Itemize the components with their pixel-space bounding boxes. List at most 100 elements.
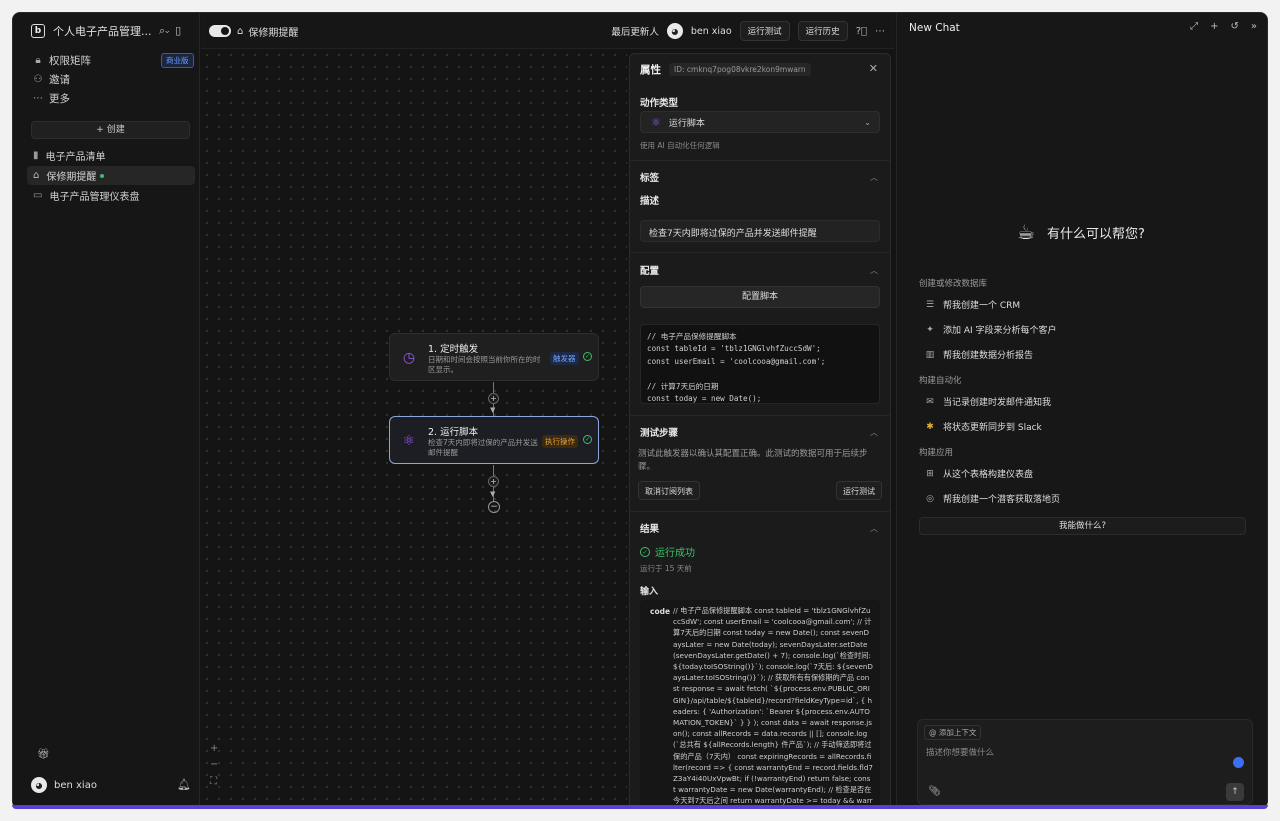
input-data-block[interactable]: code // 电子产品保修提醒脚本 const tableId = 'tblz…	[640, 600, 880, 808]
input-value: // 电子产品保修提醒脚本 const tableId = 'tblz1GNGl…	[673, 606, 873, 808]
test-section-label: 测试步骤	[640, 428, 679, 439]
suggestion-item[interactable]: ▥ 帮我创建数据分析报告	[925, 348, 1033, 362]
chat-composer[interactable]: @ 添加上下文 描述你想要做什么 📎︎ ↑	[917, 719, 1253, 805]
flow-node-trigger[interactable]: ◷ 1. 定时触发 日期和时间会按照当前你所在的时区显示。 触发器 ✓	[389, 333, 599, 381]
suggestion-item[interactable]: ☰ 帮我创建一个 CRM	[925, 298, 1020, 312]
sidebar: b 个人电子产品管理... ⌄ ⌕ ▯ 🔒︎ 权限矩阵 商业版 ⚇ 邀请 ⋯ 更…	[13, 13, 200, 808]
clock-icon: ◷	[402, 350, 416, 366]
chevron-up-icon[interactable]: ︿	[870, 265, 878, 276]
config-section-label: 配置	[640, 266, 660, 277]
test-description: 测试此触发器以确认其配置正确。此测试的数据可用于后续步骤。	[638, 449, 868, 472]
action-type-select[interactable]: ⚛ 运行脚本 ⌄	[640, 111, 880, 133]
add-step-button[interactable]: +	[488, 476, 499, 487]
node-title: 2. 运行脚本	[428, 427, 479, 438]
group-label: 构建自动化	[919, 376, 962, 386]
result-time: 运行于 15 天前	[640, 564, 692, 573]
sidebar-toggle-icon[interactable]: ▯	[175, 24, 181, 38]
mail-icon: ✉	[926, 396, 934, 407]
action-tag: 执行操作	[542, 435, 578, 448]
sidebar-item-warranty-reminder[interactable]: ⌂ 保修期提醒	[27, 166, 195, 185]
workspace-switcher[interactable]: b 个人电子产品管理... ⌄	[31, 23, 171, 39]
last-updated-label: 最后更新人	[611, 27, 659, 38]
bar-chart-icon: ▥	[925, 349, 935, 360]
coffee-cup-icon: ☕︎	[1017, 220, 1035, 244]
user-profile[interactable]: ◕ ben xiao	[31, 777, 97, 793]
suggestion-item[interactable]: ◎ 帮我创建一个潜客获取落地页	[925, 492, 1060, 506]
configure-script-button[interactable]: 配置脚本	[640, 286, 880, 308]
more-icon: ⋯	[33, 93, 43, 104]
group-label: 创建或修改数据库	[919, 279, 988, 289]
input-label: 输入	[640, 587, 659, 597]
action-hint: 使用 AI 自动化任何逻辑	[640, 141, 720, 150]
arrow-down-icon: ▼	[490, 406, 496, 414]
database-icon: ☰	[925, 299, 935, 310]
atom-icon: ⚛	[651, 115, 661, 129]
zoom-out-button[interactable]: −	[210, 759, 218, 770]
description-label: 描述	[640, 196, 660, 207]
code-preview[interactable]: // 电子产品保修提醒脚本 const tableId = 'tblz1GNGl…	[640, 324, 880, 404]
run-test-button[interactable]: 运行测试	[739, 21, 790, 41]
collapse-icon[interactable]: »	[1251, 21, 1257, 32]
window-bottom-accent	[12, 805, 1268, 809]
check-icon: ✓	[583, 435, 592, 444]
chevron-up-icon[interactable]: ︿	[870, 523, 878, 534]
user-name: ben xiao	[54, 779, 97, 791]
help-icon[interactable]: ?⃝	[856, 26, 867, 37]
sparkle-icon: ✦	[926, 324, 934, 335]
gift-icon[interactable]: 🎁︎	[37, 749, 50, 760]
user-plus-icon: ⚇	[33, 74, 43, 85]
automation-title: ⌂ 保修期提醒	[237, 26, 299, 39]
suggestion-item[interactable]: ✦ 添加 AI 字段来分析每个客户	[925, 323, 1056, 337]
send-button[interactable]: ↑	[1226, 783, 1244, 801]
sidebar-item-invite[interactable]: ⚇ 邀请	[33, 72, 70, 87]
node-description: 日期和时间会按照当前你所在的时区显示。	[428, 355, 541, 374]
end-flow-icon[interactable]: −	[488, 501, 500, 513]
node-title: 1. 定时触发	[428, 344, 479, 355]
trigger-tag: 触发器	[550, 352, 579, 365]
zoom-in-button[interactable]: +	[210, 743, 218, 754]
automation-enable-toggle[interactable]	[209, 25, 231, 37]
add-context-button[interactable]: @ 添加上下文	[924, 725, 982, 740]
atom-icon: ⚛	[402, 433, 416, 449]
suggestion-item[interactable]: ⊞ 从这个表格构建仪表盘	[925, 467, 1033, 481]
chat-input[interactable]: 描述你想要做什么	[926, 746, 994, 758]
create-button[interactable]: + 创建	[31, 121, 190, 139]
dashboard-icon: ▭	[33, 190, 43, 201]
chat-title: New Chat	[909, 22, 960, 34]
sidebar-item-more[interactable]: ⋯ 更多	[33, 91, 70, 106]
arrow-down-icon: ▼	[490, 490, 496, 498]
sidebar-item-permissions[interactable]: 🔒︎ 权限矩阵	[33, 53, 91, 68]
flow-node-run-script[interactable]: ⚛ 2. 运行脚本 检查7天内即将过保的产品并发送邮件提醒 执行操作 ✓	[389, 416, 599, 464]
cancel-subscribe-button[interactable]: 取消订阅列表	[638, 481, 700, 500]
ai-model-icon[interactable]	[1233, 757, 1244, 768]
search-icon[interactable]: ⌕	[159, 24, 165, 38]
node-id[interactable]: ID: cmknq7pog08vkre2kon9mwarn	[669, 63, 811, 76]
suggestion-item[interactable]: ✉ 当记录创建时发邮件通知我	[925, 395, 1051, 409]
action-type-label: 动作类型	[640, 98, 679, 109]
suggestion-item[interactable]: ✱ 将状态更新同步到 Slack	[925, 420, 1042, 434]
attach-icon[interactable]: 📎︎	[928, 786, 941, 797]
what-can-you-do-button[interactable]: 我能做什么?	[919, 517, 1246, 535]
chevron-up-icon[interactable]: ︿	[870, 427, 878, 438]
automation-icon: ⌂	[237, 26, 244, 37]
panel-run-test-button[interactable]: 运行测试	[836, 481, 882, 500]
sidebar-item-product-list[interactable]: ▮ 电子产品清单	[27, 146, 195, 165]
more-icon[interactable]: ⋯	[875, 26, 885, 37]
close-icon[interactable]: ✕	[869, 62, 878, 75]
fit-view-button[interactable]: ⛶	[210, 776, 217, 787]
description-input[interactable]: 检查7天内即将过保的产品并发送邮件提醒	[640, 220, 880, 242]
chevron-up-icon[interactable]: ︿	[870, 172, 878, 183]
add-step-button[interactable]: +	[488, 393, 499, 404]
table-icon: ▮	[33, 150, 39, 161]
top-bar: ⌂ 保修期提醒 最后更新人 ◕ ben xiao 运行测试 运行历史 ?⃝ ⋯	[201, 13, 895, 49]
history-icon[interactable]: ↺	[1230, 21, 1238, 32]
active-status-dot	[100, 173, 105, 178]
new-chat-icon[interactable]: +	[1210, 21, 1218, 32]
sidebar-item-dashboard[interactable]: ▭ 电子产品管理仪表盘	[27, 186, 195, 205]
group-label: 构建应用	[919, 448, 954, 458]
updater-name: ben xiao	[690, 25, 732, 37]
bell-icon[interactable]: 🔔︎	[177, 778, 191, 791]
check-icon: ✓	[640, 546, 650, 557]
expand-icon[interactable]: ⤢	[1190, 21, 1198, 32]
run-history-button[interactable]: 运行历史	[797, 21, 848, 41]
